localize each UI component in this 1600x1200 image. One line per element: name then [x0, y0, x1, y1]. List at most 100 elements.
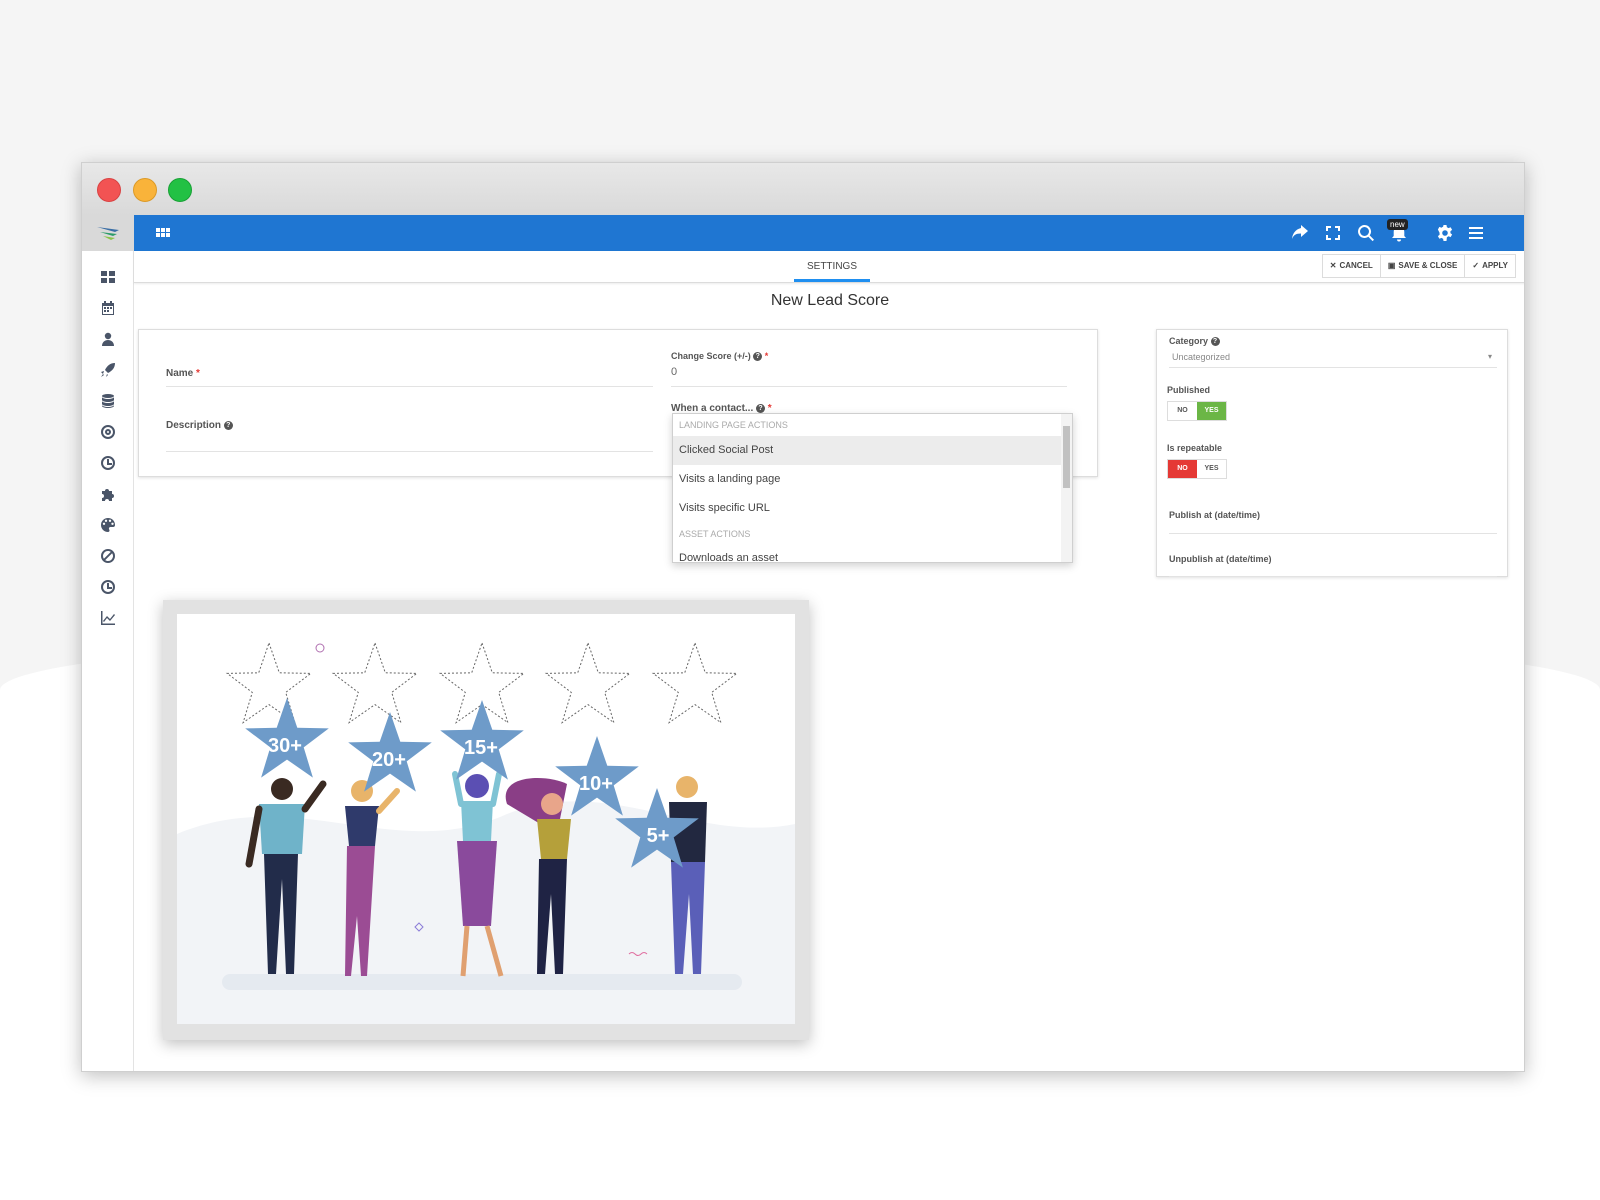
published-toggle[interactable]: NO YES — [1167, 401, 1227, 421]
dropdown-group-asset: ASSET ACTIONS — [679, 529, 751, 539]
menu-icon — [1469, 227, 1483, 239]
apps-grid-button[interactable] — [154, 224, 172, 242]
name-input[interactable] — [209, 363, 649, 383]
sidebar — [82, 215, 134, 1071]
star-label-30: 30+ — [268, 735, 302, 757]
description-label: Description ? — [166, 420, 233, 431]
calendar-icon — [102, 300, 114, 315]
sidebar-item-dashboard[interactable] — [82, 261, 134, 292]
save-close-button[interactable]: ▣ SAVE & CLOSE — [1381, 255, 1466, 277]
change-score-label: Change Score (+/-) ? * — [671, 351, 768, 361]
change-score-underline — [671, 386, 1067, 387]
sidebar-item-plugins[interactable] — [82, 478, 134, 509]
help-icon: ? — [223, 421, 233, 430]
publish-at-underline — [1169, 533, 1497, 534]
published-no[interactable]: NO — [1168, 402, 1197, 420]
sidebar-item-calendar[interactable] — [82, 292, 134, 323]
publish-at-input[interactable] — [1169, 520, 1497, 532]
tab-settings[interactable]: SETTINGS — [794, 251, 870, 282]
published-label: Published — [1167, 385, 1211, 395]
minimize-window-button[interactable] — [133, 178, 157, 202]
dropdown-group-landing: LANDING PAGE ACTIONS — [679, 420, 788, 430]
close-window-button[interactable] — [97, 178, 121, 202]
help-icon: ? — [1210, 337, 1220, 346]
close-icon: ✕ — [1329, 261, 1337, 270]
dropdown-option[interactable]: Downloads an asset — [673, 545, 1072, 562]
category-select[interactable]: Uncategorized — [1172, 352, 1230, 362]
change-score-input[interactable]: 0 — [671, 366, 677, 378]
fullscreen-icon — [1326, 226, 1340, 240]
name-underline — [166, 386, 653, 387]
chart-icon — [101, 610, 115, 625]
dropdown-option[interactable]: Clicked Social Post — [673, 436, 1072, 465]
gear-icon — [1437, 225, 1453, 241]
clock-icon — [101, 455, 115, 470]
category-label: Category ? — [1169, 336, 1220, 346]
sidebar-item-database[interactable] — [82, 385, 134, 416]
palette-icon — [101, 517, 115, 532]
publish-at-label: Publish at (date/time) — [1169, 510, 1261, 520]
when-contact-dropdown[interactable]: LANDING PAGE ACTIONS Clicked Social Post… — [672, 413, 1073, 563]
sidebar-item-blocked[interactable] — [82, 540, 134, 571]
unpublish-at-underline — [1169, 576, 1497, 577]
star-label-10: 10+ — [579, 773, 613, 795]
repeatable-no[interactable]: NO — [1168, 460, 1197, 478]
sidebar-item-reports[interactable] — [82, 602, 134, 633]
sidebar-item-campaigns[interactable] — [82, 354, 134, 385]
sidebar-item-themes[interactable] — [82, 509, 134, 540]
sidebar-item-contacts[interactable] — [82, 323, 134, 354]
description-underline — [166, 451, 653, 452]
page-title: New Lead Score — [770, 292, 890, 309]
apply-label: APPLY — [1482, 261, 1508, 270]
app-logo[interactable] — [82, 215, 134, 251]
description-textarea[interactable] — [166, 434, 653, 450]
save-icon: ▣ — [1387, 261, 1396, 270]
unpublish-at-input[interactable] — [1169, 564, 1497, 574]
description-label-text: Description — [166, 420, 222, 431]
published-yes[interactable]: YES — [1197, 402, 1226, 420]
maximize-window-button[interactable] — [168, 178, 192, 202]
save-close-label: SAVE & CLOSE — [1398, 261, 1458, 270]
help-icon: ? — [753, 352, 763, 361]
category-label-text: Category — [1169, 336, 1209, 346]
lead-score-illustration: 30+ 20+ 15+ 10+ 5+ — [177, 614, 795, 1024]
sidebar-item-stages[interactable] — [82, 447, 134, 478]
chevron-down-icon[interactable]: ▾ — [1488, 352, 1492, 361]
menu-button[interactable] — [1467, 224, 1485, 242]
share-icon — [1292, 225, 1308, 239]
target-icon — [101, 424, 115, 439]
rocket-icon — [101, 362, 115, 377]
notification-badge: new — [1387, 219, 1408, 230]
star-label-15: 15+ — [464, 737, 498, 759]
search-button[interactable] — [1357, 224, 1375, 242]
scrollbar-thumb[interactable] — [1063, 426, 1070, 488]
apps-grid-icon — [156, 228, 170, 237]
unpublish-at-label: Unpublish at (date/time) — [1169, 554, 1272, 564]
settings-side-panel: Category ? Uncategorized ▾ Published NO … — [1156, 329, 1508, 577]
sidebar-item-history[interactable] — [82, 571, 134, 602]
required-mark: * — [764, 351, 769, 361]
check-icon: ✓ — [1472, 261, 1480, 270]
user-icon — [102, 332, 114, 346]
cancel-label: CANCEL — [1339, 261, 1373, 270]
star-label-5: 5+ — [647, 825, 670, 847]
change-score-label-text: Change Score (+/-) — [671, 351, 751, 361]
repeatable-toggle[interactable]: NO YES — [1167, 459, 1227, 479]
ban-icon — [101, 548, 115, 563]
illustration-frame: 30+ 20+ 15+ 10+ 5+ — [163, 600, 809, 1040]
cancel-button[interactable]: ✕ CANCEL — [1323, 255, 1381, 277]
repeatable-label: Is repeatable — [1167, 443, 1223, 453]
share-button[interactable] — [1291, 224, 1309, 242]
dropdown-option[interactable]: Visits specific URL — [673, 494, 1072, 523]
dropdown-scrollbar[interactable] — [1061, 414, 1072, 562]
database-icon — [102, 393, 114, 408]
apply-button[interactable]: ✓ APPLY — [1465, 255, 1515, 277]
help-icon: ? — [756, 404, 766, 413]
sidebar-item-points[interactable] — [82, 416, 134, 447]
settings-button[interactable] — [1436, 224, 1454, 242]
repeatable-yes[interactable]: YES — [1197, 460, 1226, 478]
name-label: Name * — [166, 368, 200, 379]
dropdown-option[interactable]: Visits a landing page — [673, 465, 1072, 494]
tab-bar: SETTINGS ✕ CANCEL ▣ SAVE & CLOSE ✓ APPLY — [134, 251, 1524, 283]
fullscreen-button[interactable] — [1324, 224, 1342, 242]
